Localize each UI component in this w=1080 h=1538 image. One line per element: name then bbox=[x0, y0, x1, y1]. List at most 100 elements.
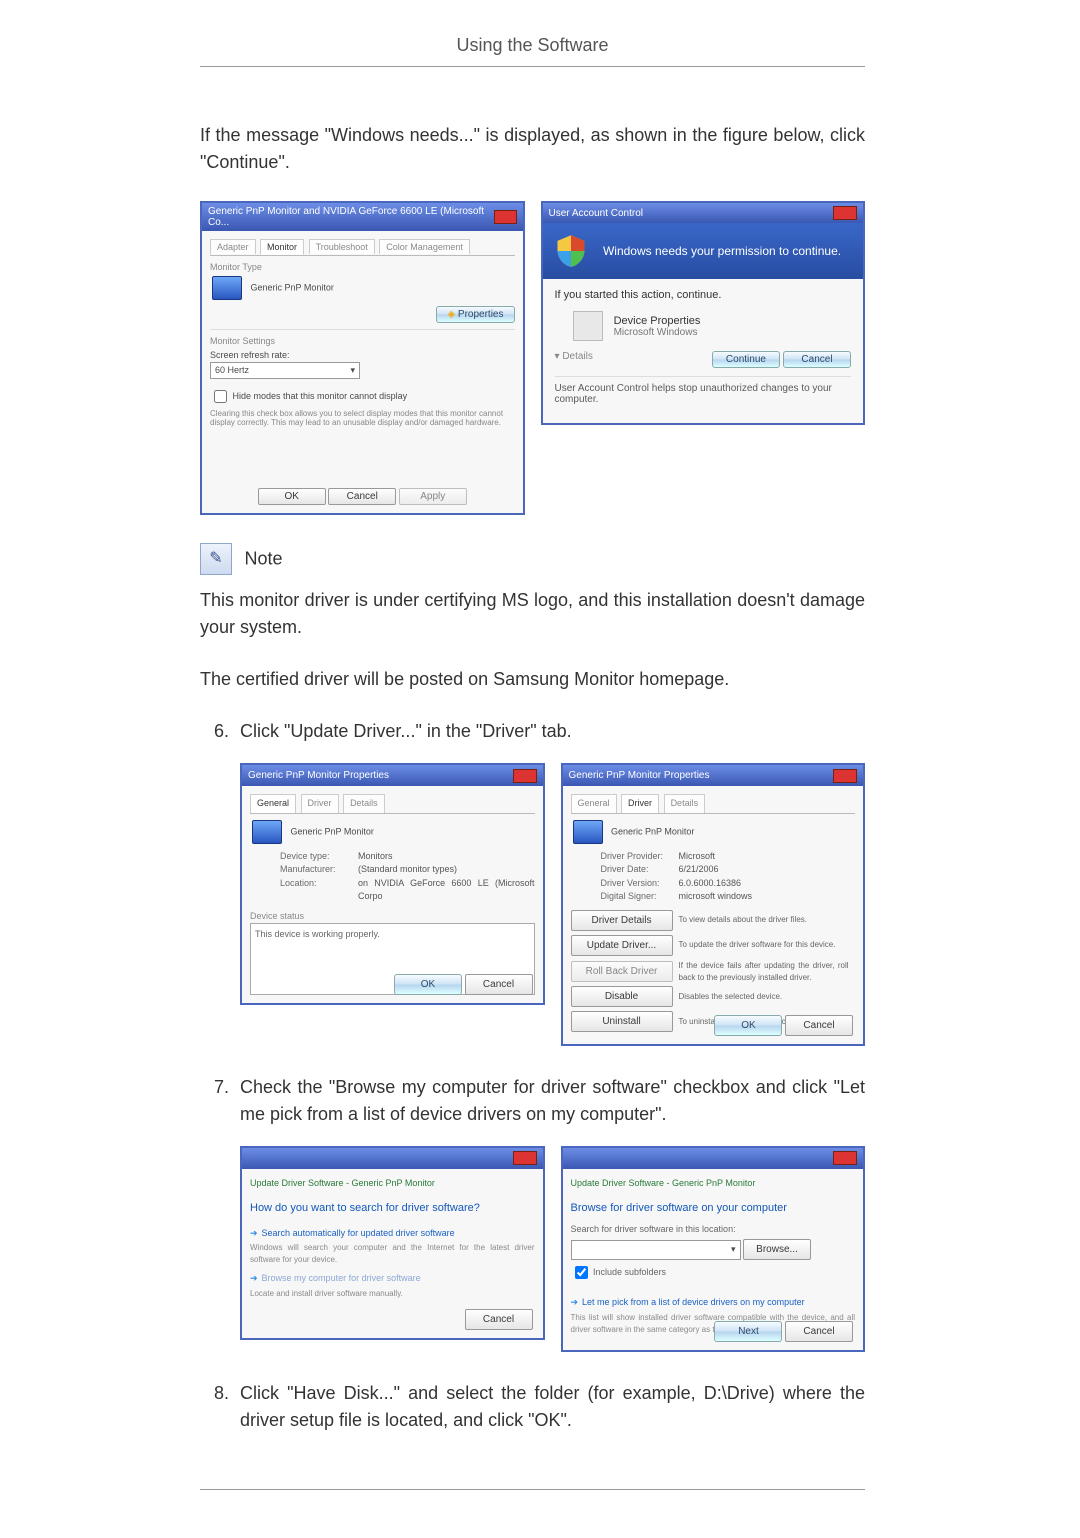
refresh-rate-value: 60 Hertz bbox=[215, 365, 249, 375]
tab-general[interactable]: General bbox=[250, 794, 296, 813]
device-type-value: Monitors bbox=[358, 850, 535, 864]
device-type-key: Device type: bbox=[280, 850, 350, 864]
properties-button[interactable]: ◈ Properties bbox=[436, 306, 514, 323]
window-title: User Account Control bbox=[549, 208, 644, 219]
close-icon[interactable] bbox=[833, 769, 857, 783]
close-icon[interactable] bbox=[494, 210, 517, 224]
uninstall-button[interactable]: Uninstall bbox=[571, 1011, 673, 1032]
breadcrumb: Update Driver Software - Generic PnP Mon… bbox=[250, 1177, 535, 1191]
properties-button-label: Properties bbox=[458, 309, 504, 320]
tab-adapter[interactable]: Adapter bbox=[210, 239, 256, 254]
include-subfolders-checkbox[interactable] bbox=[575, 1266, 588, 1279]
step-6-text: Click "Update Driver..." in the "Driver"… bbox=[240, 721, 572, 741]
tab-driver[interactable]: Driver bbox=[621, 794, 659, 813]
window-title: Generic PnP Monitor Properties bbox=[569, 768, 710, 783]
hide-modes-label: Hide modes that this monitor cannot disp… bbox=[233, 391, 408, 401]
update-driver-desc: To update the driver software for this d… bbox=[679, 939, 836, 951]
uac-prompt: If you started this action, continue. bbox=[555, 289, 852, 301]
close-icon[interactable] bbox=[513, 769, 537, 783]
tab-details[interactable]: Details bbox=[343, 794, 385, 813]
continue-button[interactable]: Continue bbox=[712, 351, 780, 368]
next-button[interactable]: Next bbox=[714, 1321, 782, 1342]
option-browse[interactable]: ➔Browse my computer for driver software … bbox=[250, 1272, 535, 1300]
refresh-rate-label: Screen refresh rate: bbox=[210, 350, 515, 360]
monitor-name: Generic PnP Monitor bbox=[251, 282, 334, 292]
monitor-icon bbox=[252, 820, 282, 844]
disable-button[interactable]: Disable bbox=[571, 986, 673, 1007]
option-search-auto[interactable]: ➔Search automatically for updated driver… bbox=[250, 1227, 535, 1267]
cancel-button[interactable]: Cancel bbox=[785, 1321, 853, 1342]
step-8: Click "Have Disk..." and select the fold… bbox=[234, 1380, 865, 1434]
step-6: Click "Update Driver..." in the "Driver"… bbox=[234, 718, 865, 1046]
date-value: 6/21/2006 bbox=[679, 863, 856, 877]
disable-desc: Disables the selected device. bbox=[679, 991, 783, 1003]
close-icon[interactable] bbox=[833, 1151, 857, 1165]
monitor-settings-label: Monitor Settings bbox=[210, 336, 515, 346]
tab-colormgmt[interactable]: Color Management bbox=[379, 239, 470, 254]
browse-heading: Browse for driver software on your compu… bbox=[571, 1200, 856, 1217]
intro-paragraph: If the message "Windows needs..." is dis… bbox=[200, 122, 865, 176]
cancel-button[interactable]: Cancel bbox=[783, 351, 851, 368]
window-title bbox=[569, 1151, 572, 1166]
figure-1: Generic PnP Monitor and NVIDIA GeForce 6… bbox=[200, 201, 865, 515]
update-driver-search-window: Update Driver Software - Generic PnP Mon… bbox=[240, 1146, 545, 1340]
monitor-icon bbox=[212, 276, 242, 300]
note-paragraph-1: This monitor driver is under certifying … bbox=[200, 587, 865, 641]
option-search-auto-desc: Windows will search your computer and th… bbox=[250, 1242, 535, 1266]
breadcrumb: Update Driver Software - Generic PnP Mon… bbox=[571, 1177, 856, 1191]
note-label: Note bbox=[244, 549, 282, 569]
monitor-properties-window: Generic PnP Monitor and NVIDIA GeForce 6… bbox=[200, 201, 525, 515]
search-location-label: Search for driver software in this locat… bbox=[571, 1223, 856, 1237]
hide-modes-checkbox[interactable] bbox=[214, 390, 227, 403]
note-block: ✎ Note bbox=[200, 543, 865, 575]
step-7-text: Check the "Browse my computer for driver… bbox=[240, 1077, 865, 1124]
ok-button[interactable]: OK bbox=[394, 974, 462, 995]
apply-button[interactable]: Apply bbox=[399, 488, 467, 505]
divider bbox=[200, 66, 865, 67]
cancel-button[interactable]: Cancel bbox=[328, 488, 396, 505]
window-titlebar: User Account Control bbox=[543, 203, 864, 223]
window-title: Generic PnP Monitor Properties bbox=[248, 768, 389, 783]
rollback-driver-button[interactable]: Roll Back Driver bbox=[571, 961, 673, 982]
tab-details[interactable]: Details bbox=[664, 794, 706, 813]
tab-monitor[interactable]: Monitor bbox=[260, 239, 304, 255]
driver-details-desc: To view details about the driver files. bbox=[679, 914, 808, 926]
provider-value: Microsoft bbox=[679, 850, 856, 864]
ok-button[interactable]: OK bbox=[714, 1015, 782, 1036]
location-key: Location: bbox=[280, 877, 350, 904]
option-browse-label: Browse my computer for driver software bbox=[262, 1273, 421, 1283]
ok-button[interactable]: OK bbox=[258, 488, 326, 505]
monitor-type-label: Monitor Type bbox=[210, 262, 515, 272]
tab-general[interactable]: General bbox=[571, 794, 617, 813]
cancel-button[interactable]: Cancel bbox=[465, 1309, 533, 1330]
update-driver-button[interactable]: Update Driver... bbox=[571, 935, 673, 956]
device-status-label: Device status bbox=[250, 910, 535, 924]
version-value: 6.0.6000.16386 bbox=[679, 877, 856, 891]
option-search-auto-label: Search automatically for updated driver … bbox=[262, 1228, 455, 1238]
window-title bbox=[248, 1151, 251, 1166]
monitor-icon bbox=[573, 820, 603, 844]
refresh-rate-select[interactable]: 60 Hertz ▾ bbox=[210, 362, 360, 379]
question-heading: How do you want to search for driver sof… bbox=[250, 1200, 535, 1217]
details-toggle[interactable]: Details bbox=[562, 351, 593, 362]
program-icon bbox=[573, 311, 603, 341]
close-icon[interactable] bbox=[833, 206, 857, 220]
driver-details-button[interactable]: Driver Details bbox=[571, 910, 673, 931]
uac-banner-text: Windows needs your permission to continu… bbox=[603, 244, 841, 258]
manufacturer-key: Manufacturer: bbox=[280, 863, 350, 877]
step-8-text: Click "Have Disk..." and select the fold… bbox=[240, 1383, 865, 1430]
shield-icon bbox=[553, 233, 589, 269]
cancel-button[interactable]: Cancel bbox=[785, 1015, 853, 1036]
tabs: Adapter Monitor Troubleshoot Color Manag… bbox=[210, 239, 515, 256]
browse-button[interactable]: Browse... bbox=[743, 1239, 811, 1260]
signer-value: microsoft windows bbox=[679, 890, 856, 904]
device-name: Generic PnP Monitor bbox=[291, 826, 374, 836]
include-subfolders-label: Include subfolders bbox=[593, 1267, 666, 1277]
option-browse-desc: Locate and install driver software manua… bbox=[250, 1288, 535, 1300]
rollback-driver-desc: If the device fails after updating the d… bbox=[679, 960, 849, 984]
cancel-button[interactable]: Cancel bbox=[465, 974, 533, 995]
tab-driver[interactable]: Driver bbox=[301, 794, 339, 813]
close-icon[interactable] bbox=[513, 1151, 537, 1165]
tab-troubleshoot[interactable]: Troubleshoot bbox=[309, 239, 375, 254]
path-input[interactable]: ▾ bbox=[571, 1240, 741, 1260]
